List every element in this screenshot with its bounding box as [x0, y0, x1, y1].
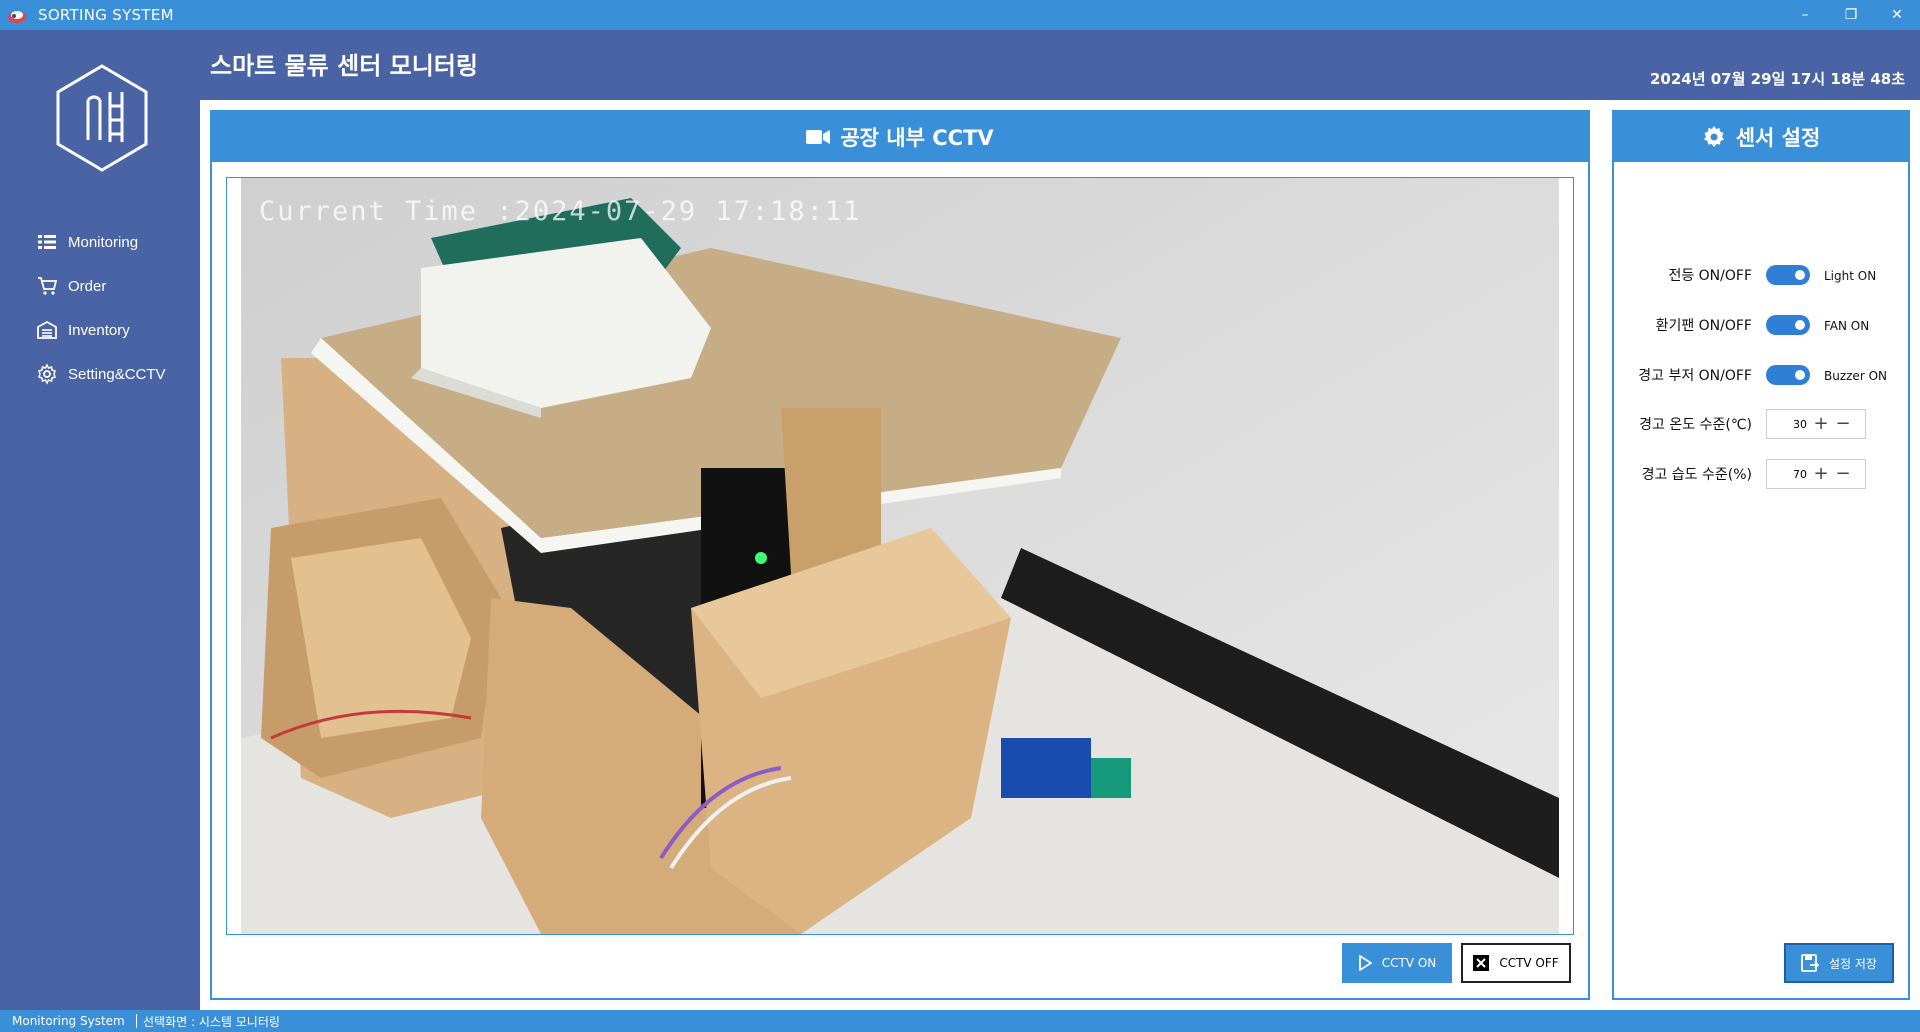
- cctv-on-label: CCTV ON: [1381, 956, 1437, 970]
- save-settings-button[interactable]: 설정 저장: [1784, 943, 1894, 983]
- buzzer-toggle[interactable]: [1766, 365, 1810, 385]
- list-icon: [38, 235, 56, 249]
- fan-toggle[interactable]: [1766, 315, 1810, 335]
- temperature-increment-button[interactable]: +: [1811, 413, 1831, 435]
- camera-image: [241, 178, 1559, 934]
- status-current-screen: 선택화면 : 시스템 모니터링: [143, 1014, 280, 1029]
- light-state-text: Light ON: [1824, 269, 1877, 283]
- sidebar: Monitoring Order Inventory Setting&CCTV: [0, 30, 200, 1010]
- status-app-name: Monitoring System: [0, 1014, 137, 1028]
- buzzer-state-text: Buzzer ON: [1824, 369, 1887, 383]
- humidity-setting-row: 경고 습도 수준(%) 70 + −: [1614, 454, 1912, 494]
- cctv-timestamp-overlay: Current Time :2024-07-29 17:18:11: [259, 196, 862, 227]
- sidebar-item-monitoring[interactable]: Monitoring: [36, 220, 166, 264]
- light-setting-row: 전등 ON/OFF Light ON: [1614, 255, 1912, 295]
- gear-icon: [38, 363, 56, 385]
- cart-icon: [38, 277, 58, 295]
- buzzer-setting-label: 경고 부저 ON/OFF: [1638, 368, 1752, 384]
- app-title: SORTING SYSTEM: [38, 6, 174, 24]
- cctv-panel: 공장 내부 CCTV Current Time:2024-07-29 17:1…: [210, 110, 1590, 1000]
- current-datetime: 2024년 07월 29일 17시 18분 48초: [1649, 70, 1905, 88]
- main-content: 공장 내부 CCTV Current Time:2024-07-29 17:1…: [200, 100, 1920, 1010]
- cctv-on-button[interactable]: CCTV ON: [1342, 943, 1452, 983]
- sidebar-item-label: Setting&CCTV: [68, 365, 166, 383]
- cctv-panel-title: 공장 내부 CCTV: [840, 126, 994, 150]
- logo-icon: [52, 62, 152, 174]
- video-camera-icon: [806, 130, 831, 144]
- restore-button[interactable]: ❐: [1828, 0, 1874, 30]
- minimize-button[interactable]: –: [1782, 0, 1828, 30]
- fan-setting-row: 환기팬 ON/OFF FAN ON: [1614, 305, 1912, 345]
- status-bar: Monitoring System 선택화면 : 시스템 모니터링: [0, 1010, 1920, 1032]
- temperature-setting-row: 경고 온도 수준(℃) 30 + −: [1614, 404, 1912, 444]
- buzzer-setting-row: 경고 부저 ON/OFF Buzzer ON: [1614, 355, 1912, 395]
- cctv-off-button[interactable]: CCTV OFF: [1461, 943, 1571, 983]
- humidity-increment-button[interactable]: +: [1811, 463, 1831, 485]
- app-icon: [6, 4, 28, 26]
- warehouse-icon: [37, 320, 57, 339]
- page-title: 스마트 물류 센터 모니터링: [210, 52, 478, 80]
- light-setting-label: 전등 ON/OFF: [1668, 268, 1752, 284]
- play-icon: [1358, 955, 1372, 971]
- cctv-off-label: CCTV OFF: [1499, 956, 1559, 970]
- humidity-value[interactable]: 70: [1767, 468, 1807, 481]
- temperature-value[interactable]: 30: [1767, 418, 1807, 431]
- title-bar: SORTING SYSTEM – ❐ ✕: [0, 0, 1920, 30]
- humidity-stepper[interactable]: 70 + −: [1766, 459, 1866, 489]
- sidebar-item-inventory[interactable]: Inventory: [36, 308, 166, 352]
- sensor-settings-panel: 센서 설정 전등 ON/OFF Light ON 환기팬 ON/OFF FAN …: [1612, 110, 1910, 1000]
- sidebar-item-label: Inventory: [68, 321, 130, 339]
- sidebar-item-label: Order: [68, 277, 107, 295]
- light-toggle[interactable]: [1766, 265, 1810, 285]
- close-button[interactable]: ✕: [1874, 0, 1920, 30]
- temperature-stepper[interactable]: 30 + −: [1766, 409, 1866, 439]
- fan-state-text: FAN ON: [1824, 319, 1870, 333]
- save-icon: [1801, 954, 1819, 972]
- sidebar-item-label: Monitoring: [68, 233, 139, 251]
- sensor-panel-header: 센서 설정: [1614, 112, 1908, 162]
- cctv-video-frame: Current Time :2024-07-29 17:18:11: [226, 177, 1574, 935]
- sidebar-item-setting-cctv[interactable]: Setting&CCTV: [36, 352, 166, 396]
- save-settings-label: 설정 저장: [1829, 956, 1877, 971]
- gear-icon: [1703, 126, 1724, 147]
- header: 스마트 물류 센터 모니터링 2024년 07월 29일 17시 18분 48초: [200, 30, 1920, 100]
- humidity-decrement-button[interactable]: −: [1833, 463, 1853, 485]
- temperature-setting-label: 경고 온도 수준(℃): [1639, 417, 1752, 433]
- temperature-decrement-button[interactable]: −: [1833, 413, 1853, 435]
- fan-setting-label: 환기팬 ON/OFF: [1655, 318, 1752, 334]
- sensor-panel-title: 센서 설정: [1735, 126, 1821, 150]
- cctv-panel-header: 공장 내부 CCTV: [212, 112, 1588, 162]
- sidebar-item-order[interactable]: Order: [36, 264, 166, 308]
- cctv-video-feed: Current Time :2024-07-29 17:18:11: [241, 178, 1559, 934]
- humidity-setting-label: 경고 습도 수준(%): [1641, 467, 1752, 483]
- close-box-icon: [1473, 955, 1490, 971]
